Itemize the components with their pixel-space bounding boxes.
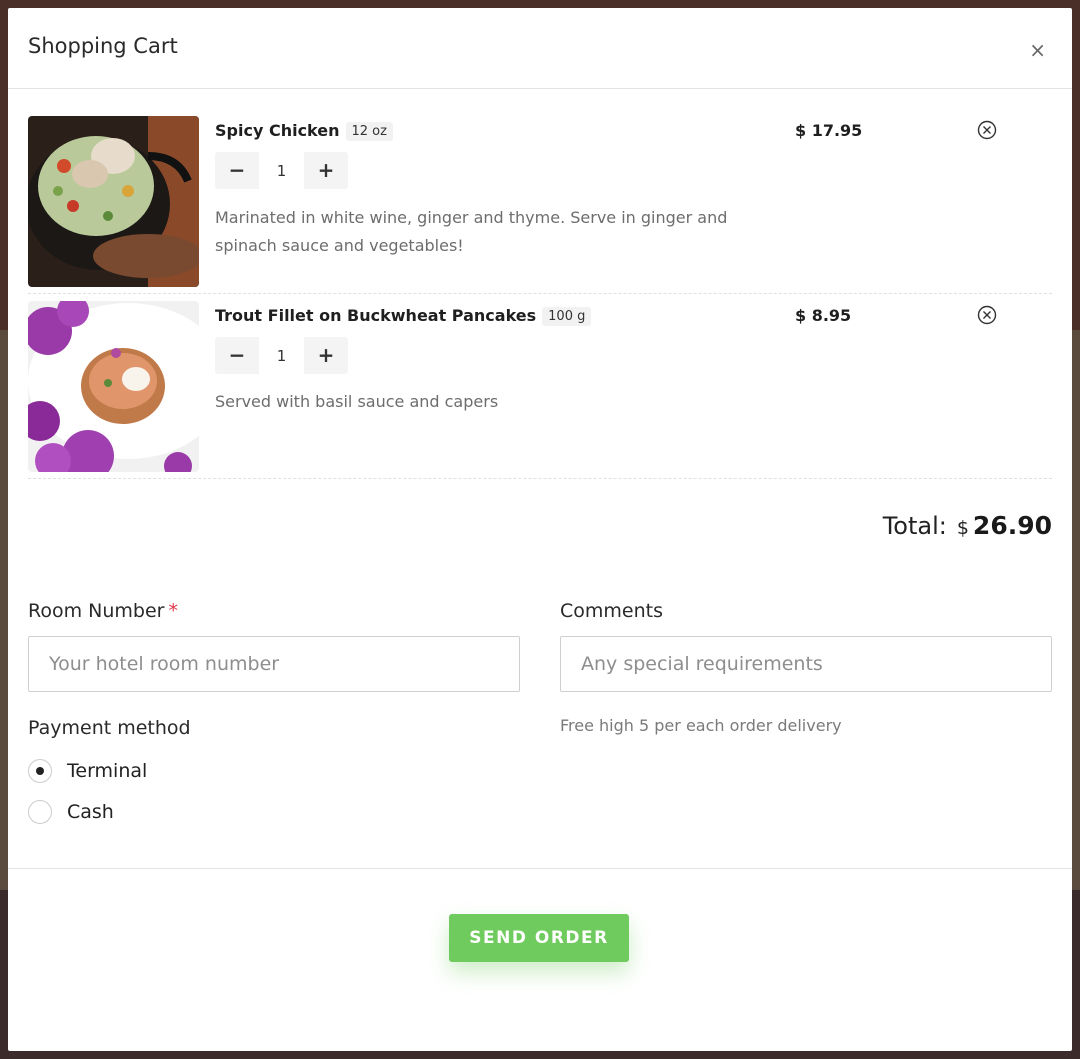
room-number-label-text: Room Number <box>28 600 165 622</box>
item-photo-trout-fillet <box>28 301 199 472</box>
delivery-hint: Free high 5 per each order delivery <box>560 716 842 735</box>
room-number-input[interactable] <box>28 636 520 692</box>
item-name-text: Trout Fillet on Buckwheat Pancakes <box>215 306 537 325</box>
cart-item: Trout Fillet on Buckwheat Pancakes 100 g … <box>28 301 1052 487</box>
item-name: Trout Fillet on Buckwheat Pancakes 100 g <box>215 306 592 326</box>
payment-method-label: Payment method <box>28 717 191 739</box>
item-name-text: Spicy Chicken <box>215 121 340 140</box>
modal-header: Shopping Cart × <box>8 8 1072 89</box>
shopping-cart-modal: Shopping Cart × Spicy Chicken 12 oz − 1 … <box>8 8 1072 1051</box>
radio-unselected-icon[interactable] <box>28 800 52 824</box>
decrease-qty-button[interactable]: − <box>215 337 259 374</box>
quantity-stepper: − 1 + <box>215 152 348 189</box>
item-photo-spicy-chicken <box>28 116 199 287</box>
item-divider <box>28 478 1052 479</box>
item-price: $ 17.95 <box>795 121 863 140</box>
close-icon[interactable]: × <box>1029 40 1046 60</box>
item-size-badge: 100 g <box>542 307 592 326</box>
required-marker: * <box>168 600 178 622</box>
item-size-badge: 12 oz <box>345 122 393 141</box>
payment-option-label: Cash <box>67 801 114 823</box>
room-number-label: Room Number * <box>28 600 178 622</box>
send-order-button[interactable]: SEND ORDER <box>449 914 629 962</box>
remove-item-icon[interactable] <box>977 305 997 325</box>
item-price: $ 8.95 <box>795 306 852 325</box>
item-name: Spicy Chicken 12 oz <box>215 121 393 141</box>
modal-footer: SEND ORDER <box>8 868 1072 1051</box>
comments-label: Comments <box>560 600 663 622</box>
item-divider <box>28 293 1052 294</box>
item-description: Marinated in white wine, ginger and thym… <box>215 208 728 255</box>
increase-qty-button[interactable]: + <box>304 337 348 374</box>
order-total: Total: $26.90 <box>883 511 1052 540</box>
item-description: Served with basil sauce and capers <box>215 392 499 411</box>
decrease-qty-button[interactable]: − <box>215 152 259 189</box>
increase-qty-button[interactable]: + <box>304 152 348 189</box>
quantity-stepper: − 1 + <box>215 337 348 374</box>
modal-title: Shopping Cart <box>28 34 178 58</box>
total-currency: $ <box>956 517 969 539</box>
total-label: Total: <box>882 512 947 540</box>
total-value: 26.90 <box>972 511 1052 540</box>
cart-item: Spicy Chicken 12 oz − 1 + Marinated in wh… <box>28 116 1052 302</box>
qty-value[interactable]: 1 <box>259 152 304 189</box>
qty-value[interactable]: 1 <box>259 337 304 374</box>
payment-option-label: Terminal <box>67 760 148 782</box>
remove-item-icon[interactable] <box>977 120 997 140</box>
radio-selected-icon[interactable] <box>28 759 52 783</box>
comments-input[interactable] <box>560 636 1052 692</box>
